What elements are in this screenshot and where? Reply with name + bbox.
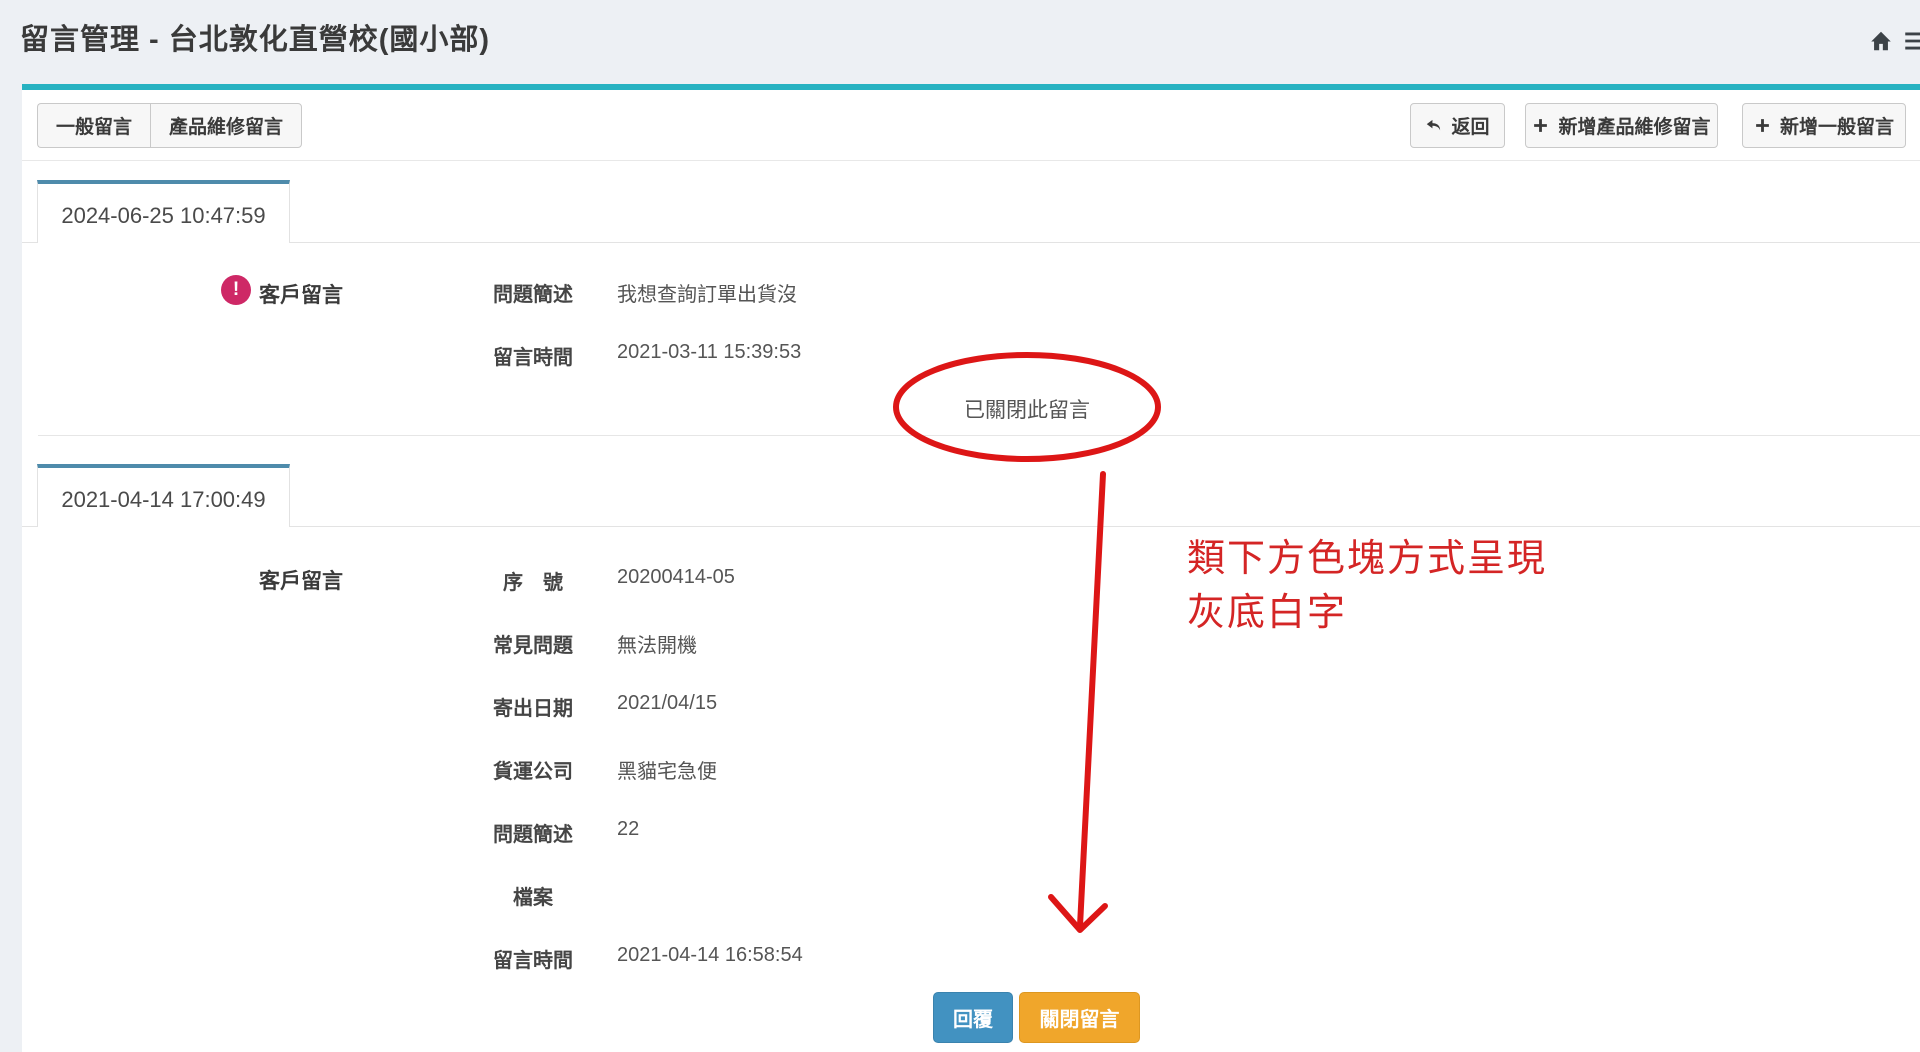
menu-icon[interactable]	[1902, 28, 1920, 54]
filter-repair-button[interactable]: 產品維修留言	[150, 103, 302, 148]
toolbar-divider	[22, 160, 1920, 161]
field-value: 20200414-05	[617, 566, 735, 589]
field-label: 貨運公司	[483, 755, 583, 784]
field-value: 2021-03-11 15:39:53	[617, 341, 801, 364]
add-general-message-button[interactable]: 新增一般留言	[1742, 103, 1906, 148]
section-divider	[38, 435, 1920, 436]
add-repair-button-label: 新增產品維修留言	[1558, 112, 1710, 139]
field-label: 檔案	[483, 881, 583, 910]
page-title: 留言管理 - 台北敦化直營校(國小部)	[20, 16, 490, 58]
message1-timestamp-tab: 2024-06-25 10:47:59	[61, 203, 265, 229]
tab-message-1[interactable]: 2024-06-25 10:47:59	[37, 180, 290, 243]
reply-arrow-icon	[1425, 117, 1442, 134]
plus-icon	[1532, 117, 1549, 134]
red-note-line1: 類下方色塊方式呈現	[1187, 533, 1547, 587]
add-repair-message-button[interactable]: 新增產品維修留言	[1525, 103, 1718, 148]
field-value: 22	[617, 818, 639, 841]
field-value: 黑貓宅急便	[617, 755, 717, 784]
alert-glyph: !	[233, 279, 239, 301]
tab-row-line-2	[22, 526, 1920, 527]
close-message-button[interactable]: 關閉留言	[1019, 992, 1140, 1043]
home-icon[interactable]	[1868, 28, 1894, 54]
closed-message-note: 已關閉此留言	[897, 394, 1157, 424]
back-button-label: 返回	[1451, 112, 1489, 139]
red-note-annotation: 類下方色塊方式呈現 灰底白字	[1187, 533, 1547, 641]
field-value: 無法開機	[617, 629, 697, 658]
red-note-line2: 灰底白字	[1187, 587, 1547, 641]
field-value: 2021-04-14 16:58:54	[617, 944, 803, 967]
field-value: 我想查詢訂單出貨沒	[617, 278, 797, 307]
filter-general-button[interactable]: 一般留言	[37, 103, 150, 148]
field-label: 序 號	[483, 566, 583, 595]
reply-button[interactable]: 回覆	[933, 992, 1013, 1043]
field-label: 留言時間	[483, 341, 583, 370]
add-general-button-label: 新增一般留言	[1780, 112, 1894, 139]
back-button[interactable]: 返回	[1410, 103, 1505, 148]
message1-type-label: 客戶留言	[259, 279, 343, 309]
field-label: 問題簡述	[483, 278, 583, 307]
message2-type-label: 客戶留言	[259, 565, 343, 595]
field-label: 留言時間	[483, 944, 583, 973]
plus-icon	[1754, 117, 1771, 134]
message2-timestamp-tab: 2021-04-14 17:00:49	[61, 487, 265, 513]
field-label: 寄出日期	[483, 692, 583, 721]
alert-icon: !	[221, 275, 251, 305]
field-label: 問題簡述	[483, 818, 583, 847]
field-label: 常見問題	[483, 629, 583, 658]
tab-row-line-1	[22, 242, 1920, 243]
tab-message-2[interactable]: 2021-04-14 17:00:49	[37, 464, 290, 527]
field-value: 2021/04/15	[617, 692, 717, 715]
message-type-button-group: 一般留言 產品維修留言	[37, 103, 302, 148]
message-management-page: 留言管理 - 台北敦化直營校(國小部) 一般留言 產品維修留言 返回 新增產品維…	[0, 0, 1920, 1052]
